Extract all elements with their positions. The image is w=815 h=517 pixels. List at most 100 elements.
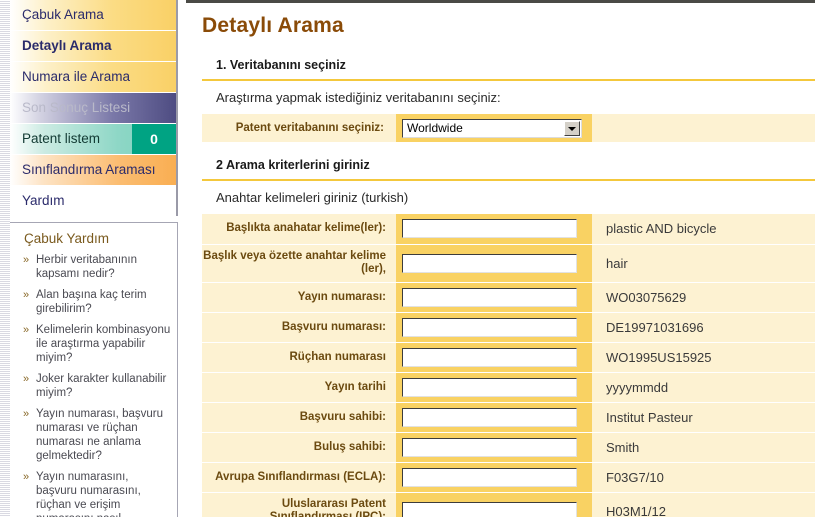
sidebar-item-label: Çabuk Arama: [22, 7, 104, 22]
help-link-label: Yayın numarası, başvuru numarası ve rüçh…: [36, 408, 163, 462]
top-dark-bar: [186, 0, 815, 3]
criteria-example-hint: WO03075629: [592, 282, 815, 313]
criteria-example-hint: DE19971031696: [592, 312, 815, 343]
criteria-input-cell: [396, 244, 592, 283]
section-1-subtext: Araştırma yapmak istediğiniz veritabanın…: [216, 90, 501, 105]
section-1-heading: 1. Veritabanını seçiniz: [216, 58, 346, 72]
help-link[interactable]: » Herbir veritabanının kapsamı nedir?: [14, 253, 171, 281]
help-link[interactable]: » Yayın numarası, başvuru numarası ve rüç…: [14, 407, 171, 463]
criteria-example-hint: WO1995US15925: [592, 342, 815, 373]
criteria-label: Başvuru sahibi:: [202, 402, 396, 433]
help-link-label: Alan başına kaç terim girebilirim?: [36, 289, 147, 315]
database-select-value: Worldwide: [407, 120, 463, 135]
sidebar-item-5[interactable]: Sınıflandırma Araması: [10, 155, 176, 185]
quick-help-list: » Herbir veritabanının kapsamı nedir? » Ala…: [14, 253, 171, 517]
criteria-input-cell: [396, 432, 592, 463]
criteria-input[interactable]: [402, 437, 577, 457]
quick-help-title: Çabuk Yardım: [24, 231, 110, 246]
help-link-label: Kelimelerin kombinasyonu ile araştırma y…: [36, 324, 171, 364]
section-1-divider: [202, 79, 815, 81]
quick-help-panel: Çabuk Yardım » Herbir veritabanının kapsa…: [10, 222, 178, 517]
criteria-input[interactable]: [402, 219, 577, 239]
sidebar-nav: Çabuk Arama Detaylı Arama Numara ile Arama…: [10, 0, 178, 216]
main-content: Detaylı Arama 1. Veritabanını seçiniz Ar…: [186, 0, 815, 517]
double-chevron-icon: »: [23, 254, 30, 266]
criteria-example-hint: hair: [592, 244, 815, 283]
sidebar: Çabuk Arama Detaylı Arama Numara ile Arama…: [0, 0, 186, 517]
criteria-input[interactable]: [402, 347, 577, 367]
criteria-input-cell: [396, 282, 592, 313]
criteria-input-cell: [396, 312, 592, 343]
criteria-label: Yayın numarası:: [202, 282, 396, 313]
criteria-input[interactable]: [402, 407, 577, 427]
sidebar-item-label: Yardım: [22, 193, 65, 208]
double-chevron-icon: »: [23, 373, 30, 385]
database-select-label: Patent veritabanını seçiniz:: [235, 122, 384, 134]
criteria-label: Yayın tarihi: [202, 372, 396, 403]
help-link-label: Joker karakter kullanabilir miyim?: [36, 373, 167, 399]
sidebar-item-label: Patent listem: [22, 131, 101, 146]
criteria-row: Avrupa Sınıflandırması (ECLA): F03G7/10: [202, 462, 815, 493]
sidebar-item-3[interactable]: Son Sonuç Listesi: [10, 93, 176, 123]
double-chevron-icon: »: [23, 289, 30, 301]
criteria-input-cell: [396, 214, 592, 245]
double-chevron-icon: »: [23, 408, 30, 420]
section-2-heading: 2 Arama kriterlerini giriniz: [216, 158, 370, 172]
criteria-row: Rüçhan numarası WO1995US15925: [202, 342, 815, 373]
criteria-input[interactable]: [402, 253, 577, 273]
sidebar-item-1[interactable]: Detaylı Arama: [10, 31, 176, 61]
criteria-input-cell: [396, 372, 592, 403]
criteria-row: Başvuru numarası: DE19971031696: [202, 312, 815, 343]
sidebar-item-0[interactable]: Çabuk Arama: [10, 0, 176, 30]
criteria-input-cell: [396, 402, 592, 433]
search-criteria-body: Başlıkta anahatar kelime(ler): plastic AN…: [202, 214, 815, 517]
page-title: Detaylı Arama: [202, 14, 344, 37]
criteria-example-hint: plastic AND bicycle: [592, 214, 815, 245]
sidebar-item-label: Detaylı Arama: [22, 38, 112, 53]
criteria-input[interactable]: [402, 287, 577, 307]
criteria-row: Yayın tarihi yyyymmdd: [202, 372, 815, 403]
criteria-row: Başlık veya özette anahtar kelime (ler),…: [202, 244, 815, 283]
criteria-input[interactable]: [402, 501, 577, 517]
criteria-input[interactable]: [402, 317, 577, 337]
help-link[interactable]: » Alan başına kaç terim girebilirim?: [14, 288, 171, 316]
help-link-label: Herbir veritabanının kapsamı nedir?: [36, 254, 137, 280]
criteria-label: Uluslararası Patent Sınıflandırması (IPC…: [202, 492, 396, 517]
sidebar-item-6[interactable]: Yardım: [10, 186, 176, 216]
double-chevron-icon: »: [23, 471, 30, 483]
criteria-label: Başvuru numarası:: [202, 312, 396, 343]
criteria-example-hint: Institut Pasteur: [592, 402, 815, 433]
database-select-cell: Worldwide: [396, 114, 592, 142]
patent-search-page: Çabuk Arama Detaylı Arama Numara ile Arama…: [0, 0, 815, 517]
database-select-row: Patent veritabanını seçiniz: Worldwide: [202, 114, 815, 142]
help-link-label: Yayın numarasını, başvuru numarasını, rü…: [36, 471, 141, 517]
chevron-down-icon[interactable]: [564, 120, 580, 136]
criteria-label: Başlık veya özette anahtar kelime (ler),: [202, 244, 396, 283]
sidebar-item-label: Son Sonuç Listesi: [22, 100, 131, 115]
criteria-input[interactable]: [402, 377, 577, 397]
section-2-subtext: Anahtar kelimeleri giriniz (turkish): [216, 190, 409, 205]
sidebar-item-4[interactable]: Patent listem 0: [10, 124, 176, 154]
criteria-row: Yayın numarası: WO03075629: [202, 282, 815, 313]
search-criteria-table: Başlıkta anahatar kelime(ler): plastic AN…: [202, 214, 815, 517]
help-link[interactable]: » Yayın numarasını, başvuru numarasını, r…: [14, 470, 171, 517]
help-link[interactable]: » Joker karakter kullanabilir miyim?: [14, 372, 171, 400]
criteria-row: Uluslararası Patent Sınıflandırması (IPC…: [202, 492, 815, 517]
criteria-label: Rüçhan numarası: [202, 342, 396, 373]
criteria-row: Başlıkta anahatar kelime(ler): plastic AN…: [202, 214, 815, 245]
criteria-label: Avrupa Sınıflandırması (ECLA):: [202, 462, 396, 493]
database-select[interactable]: Worldwide: [402, 118, 582, 138]
criteria-label: Başlıkta anahatar kelime(ler):: [202, 214, 396, 245]
criteria-input[interactable]: [402, 467, 577, 487]
criteria-example-hint: F03G7/10: [592, 462, 815, 493]
section-2-divider: [202, 179, 815, 181]
criteria-input-cell: [396, 462, 592, 493]
criteria-example-hint: yyyymmdd: [592, 372, 815, 403]
patent-list-count-badge: 0: [132, 124, 176, 154]
help-link[interactable]: » Kelimelerin kombinasyonu ile araştırma …: [14, 323, 171, 365]
criteria-example-hint: H03M1/12: [592, 492, 815, 517]
double-chevron-icon: »: [23, 324, 30, 336]
criteria-input-cell: [396, 492, 592, 517]
sidebar-item-2[interactable]: Numara ile Arama: [10, 62, 176, 92]
criteria-row: Buluş sahibi: Smith: [202, 432, 815, 463]
